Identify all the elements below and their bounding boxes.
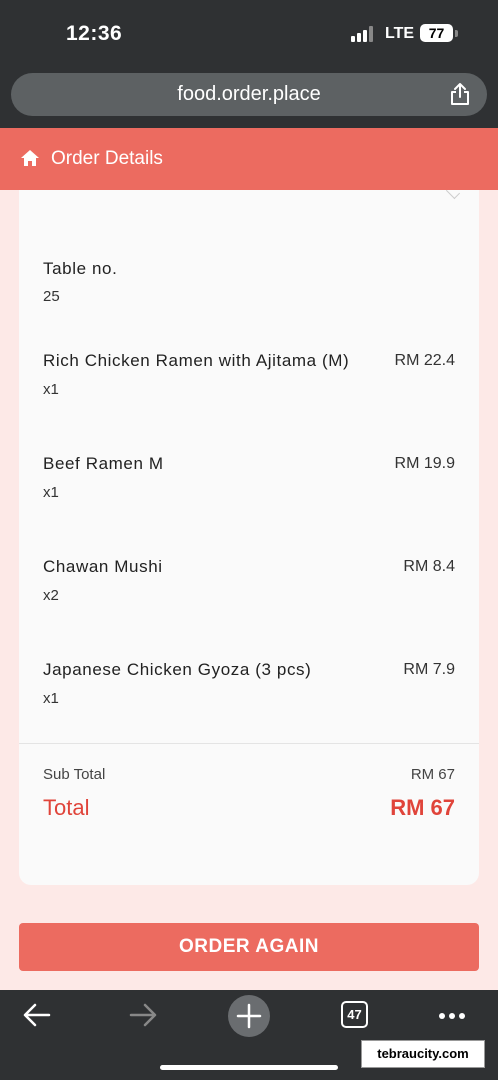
item-qty: x2 <box>43 587 59 604</box>
subtotal-label: Sub Total <box>43 766 106 783</box>
table-number: 25 <box>43 288 60 305</box>
item-price: RM 7.9 <box>403 661 455 678</box>
total-label: Total <box>43 795 90 820</box>
share-icon[interactable] <box>449 82 471 106</box>
new-tab-button[interactable] <box>228 995 270 1037</box>
divider <box>19 743 479 744</box>
subtotal-value: RM 67 <box>410 766 455 783</box>
total-value: RM 67 <box>390 795 455 820</box>
browser-chrome-top: 12:36 LTE 77 food.order.place <box>0 0 498 128</box>
item-name: Japanese Chicken Gyoza (3 pcs) <box>43 660 312 679</box>
table-label: Table no. <box>43 259 118 278</box>
more-icon[interactable] <box>438 1012 466 1020</box>
battery-tip <box>455 30 458 37</box>
item-price: RM 22.4 <box>394 352 455 369</box>
item-name: Beef Ramen M <box>43 454 164 473</box>
address-bar[interactable]: food.order.place <box>11 73 487 116</box>
forward-icon[interactable] <box>128 1002 158 1028</box>
item-price: RM 8.4 <box>403 558 455 575</box>
network-type: LTE <box>385 25 415 42</box>
home-icon[interactable] <box>20 149 40 167</box>
signal-icon <box>351 26 375 42</box>
home-indicator <box>160 1065 338 1070</box>
page-title: Order Details <box>51 148 163 169</box>
app-header: Order Details <box>0 128 498 190</box>
url-text[interactable]: food.order.place <box>11 83 487 106</box>
watermark: tebraucity.com <box>361 1040 485 1068</box>
item-qty: x1 <box>43 690 59 707</box>
back-icon[interactable] <box>22 1002 52 1028</box>
item-qty: x1 <box>43 381 59 398</box>
battery-icon: 77 <box>420 24 453 42</box>
plus-icon <box>236 1003 262 1029</box>
item-qty: x1 <box>43 484 59 501</box>
item-price: RM 19.9 <box>394 455 455 472</box>
order-again-button[interactable]: ORDER AGAIN <box>19 923 479 971</box>
status-time: 12:36 <box>66 22 123 45</box>
tabs-button[interactable]: 47 <box>341 1001 368 1028</box>
item-name: Chawan Mushi <box>43 557 163 576</box>
item-name: Rich Chicken Ramen with Ajitama (M) <box>43 351 350 370</box>
order-card: Table no. 25 Rich Chicken Ramen with Aji… <box>19 184 479 885</box>
